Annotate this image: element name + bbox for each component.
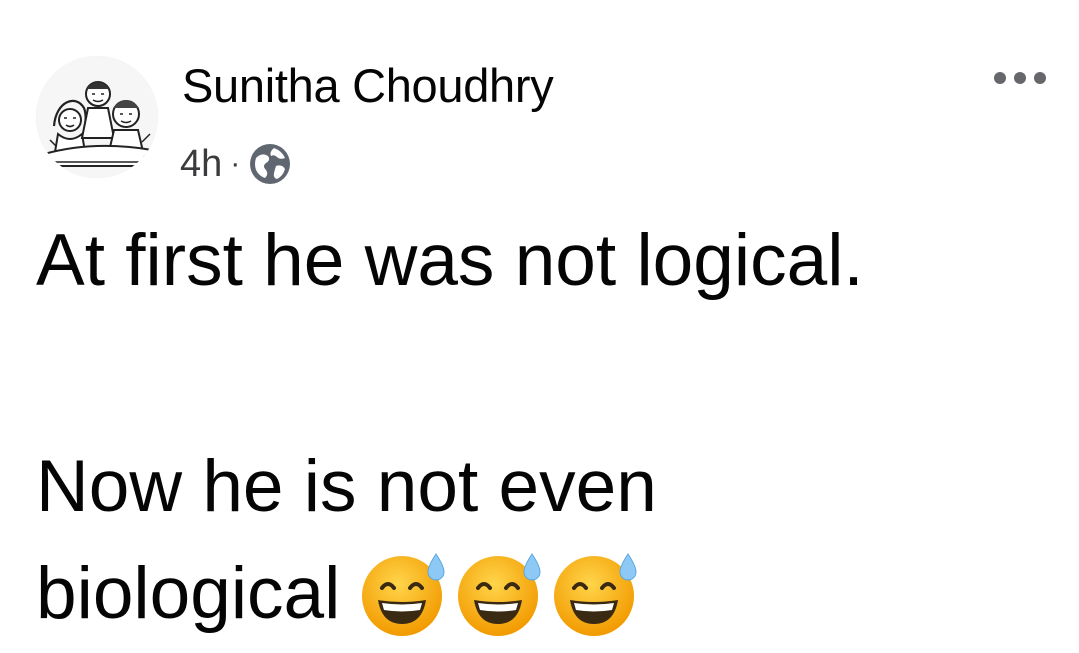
- avatar[interactable]: [36, 56, 158, 178]
- globe-icon[interactable]: [248, 142, 292, 186]
- post-meta: 4h ·: [180, 140, 292, 188]
- avatar-sketch-image: [36, 56, 158, 178]
- facebook-post: Sunitha Choudhry 4h · At first he was no…: [0, 0, 1079, 653]
- emoji-row: [358, 548, 642, 640]
- more-options-button[interactable]: [985, 60, 1055, 96]
- post-text-line-3-label: biological: [36, 553, 341, 634]
- post-timestamp[interactable]: 4h: [180, 143, 222, 186]
- grinning-face-with-sweat-emoji: [362, 553, 445, 636]
- post-text-line-1: At first he was not logical.: [36, 220, 864, 301]
- post-text-line-2: Now he is not even: [36, 446, 657, 527]
- author-name[interactable]: Sunitha Choudhry: [182, 58, 554, 114]
- post-text-line-3: biological: [36, 548, 1046, 640]
- grinning-face-with-sweat-emoji: [554, 553, 637, 636]
- more-options-icon: [994, 72, 1046, 84]
- meta-separator: ·: [230, 147, 241, 180]
- grinning-face-with-sweat-emoji: [458, 553, 541, 636]
